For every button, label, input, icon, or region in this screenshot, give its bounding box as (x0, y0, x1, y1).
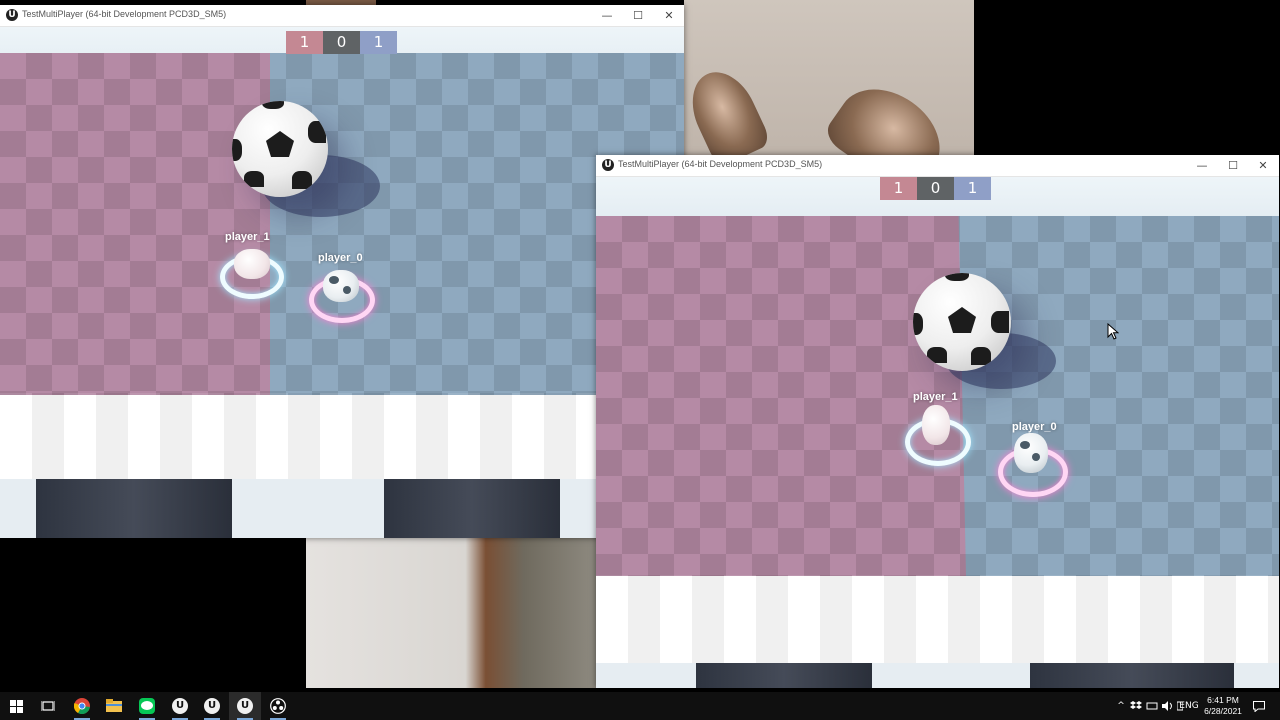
field-edge (0, 393, 684, 479)
notification-icon (1253, 700, 1265, 712)
sheep-player (234, 249, 270, 279)
action-center-button[interactable] (1250, 692, 1268, 720)
game-window-1[interactable]: U TestMultiPlayer (64-bit Development PC… (0, 5, 684, 538)
taskbar-obs[interactable] (262, 692, 294, 720)
title-bar[interactable]: U TestMultiPlayer (64-bit Development PC… (0, 5, 684, 27)
support-pillar (1030, 663, 1234, 688)
game-viewport[interactable]: 1 0 1 player_1 player_0 (0, 27, 684, 538)
clock-time: 6:41 PM (1207, 695, 1239, 705)
removable-device-icon[interactable] (1145, 692, 1159, 720)
taskbar-chrome[interactable] (66, 692, 98, 720)
support-pillar (384, 479, 560, 538)
taskbar: U U U ^ ENG 6:41 PM 6/28/2021 (0, 692, 1280, 720)
close-button[interactable]: ✕ (654, 5, 684, 26)
window-title: TestMultiPlayer (64-bit Development PCD3… (618, 159, 823, 169)
taskbar-unreal-engine[interactable]: U (196, 692, 228, 720)
unreal-app-icon: U (602, 159, 614, 171)
maximize-button[interactable]: ☐ (623, 5, 653, 26)
title-bar[interactable]: U TestMultiPlayer (64-bit Development PC… (596, 155, 1279, 177)
support-pillar (36, 479, 232, 538)
scoreboard: 1 0 1 (880, 177, 991, 200)
soccer-ball (913, 273, 1011, 371)
mouse-cursor-icon (1107, 323, 1119, 340)
player-name-label: player_0 (318, 252, 363, 264)
score-neutral: 0 (323, 31, 360, 54)
minimize-button[interactable]: — (1187, 155, 1217, 176)
windows-logo-icon (9, 699, 23, 713)
cat-ear (679, 61, 773, 169)
score-blue-team: 1 (360, 31, 397, 54)
unreal-engine-icon: U (172, 698, 188, 714)
score-blue-team: 1 (954, 177, 991, 200)
volume-icon[interactable] (1161, 692, 1175, 720)
clock-date: 6/28/2021 (1204, 706, 1242, 716)
minimize-button[interactable]: — (592, 5, 622, 26)
player-name-label: player_0 (1012, 421, 1057, 433)
pink-field (0, 53, 270, 395)
chrome-icon (74, 698, 90, 714)
score-neutral: 0 (917, 177, 954, 200)
taskbar-unreal-engine[interactable]: U (164, 692, 196, 720)
player-name-label: player_1 (225, 231, 270, 243)
line-app-icon (139, 698, 155, 714)
unreal-engine-icon: U (204, 698, 220, 714)
taskbar-file-explorer[interactable] (98, 692, 130, 720)
webcam-feed-cat (679, 0, 974, 200)
support-pillar (696, 663, 872, 688)
folder-icon (106, 699, 122, 712)
task-view-icon (41, 701, 55, 711)
game-window-2[interactable]: U TestMultiPlayer (64-bit Development PC… (596, 155, 1279, 688)
taskbar-line[interactable] (131, 692, 163, 720)
start-button[interactable] (0, 692, 32, 720)
pink-field (596, 216, 966, 576)
maximize-button[interactable]: ☐ (1218, 155, 1248, 176)
taskbar-clock[interactable]: 6:41 PM 6/28/2021 (1196, 695, 1250, 717)
cow-player (1014, 433, 1048, 473)
unreal-app-icon: U (6, 9, 18, 21)
dropbox-icon[interactable] (1129, 692, 1143, 720)
game-viewport[interactable]: 1 0 1 player_1 player_0 (596, 177, 1279, 688)
window-title: TestMultiPlayer (64-bit Development PCD3… (22, 9, 227, 19)
webcam-feed-lower (306, 538, 596, 688)
scoreboard: 1 0 1 (286, 31, 397, 54)
score-red-team: 1 (880, 177, 917, 200)
field-edge (596, 575, 1279, 663)
sheep-player (922, 405, 950, 445)
close-button[interactable]: ✕ (1248, 155, 1278, 176)
player-name-label: player_1 (913, 391, 958, 403)
cow-player (323, 270, 359, 302)
soccer-ball (232, 101, 328, 197)
obs-icon (270, 698, 286, 714)
tray-overflow-button[interactable]: ^ (1114, 692, 1128, 720)
task-view-button[interactable] (32, 692, 64, 720)
unreal-engine-icon: U (237, 698, 253, 714)
taskbar-unreal-engine[interactable]: U (229, 692, 261, 720)
score-red-team: 1 (286, 31, 323, 54)
